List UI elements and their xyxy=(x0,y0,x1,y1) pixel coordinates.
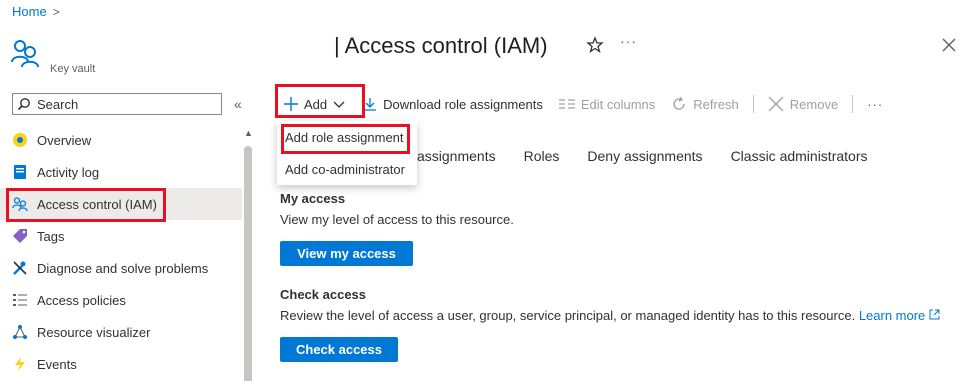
sidebar-item-access-control[interactable]: Access control (IAM) xyxy=(0,188,242,220)
search-input[interactable] xyxy=(37,96,207,112)
sidebar-item-tags[interactable]: Tags xyxy=(0,220,242,252)
plus-icon xyxy=(284,97,298,111)
search-icon xyxy=(17,98,30,111)
sidebar-item-label: Activity log xyxy=(37,164,100,180)
remove-button[interactable]: Remove xyxy=(760,89,846,119)
sidebar-item-label: Tags xyxy=(37,228,65,244)
menu-item-add-role-assignment[interactable]: Add role assignment xyxy=(277,121,417,153)
wrench-icon xyxy=(12,260,28,276)
learn-more-label: Learn more xyxy=(858,308,926,323)
collapse-sidebar-icon[interactable]: « xyxy=(234,96,242,112)
tab-classic-administrators[interactable]: Classic administrators xyxy=(731,148,868,164)
sidebar-item-label: Diagnose and solve problems xyxy=(37,260,209,276)
chevron-down-icon xyxy=(333,101,345,108)
sidebar-item-label: Resource visualizer xyxy=(37,324,151,340)
check-access-button[interactable]: Check access xyxy=(280,337,398,362)
breadcrumb-home-link[interactable]: Home xyxy=(12,4,47,19)
sidebar-item-label: Access control (IAM) xyxy=(37,196,157,212)
page-title: | Access control (IAM) xyxy=(334,33,548,58)
remove-icon xyxy=(768,96,784,112)
tab-deny-assignments[interactable]: Deny assignments xyxy=(587,148,702,164)
lightning-icon xyxy=(12,356,28,372)
sidebar-item-label: Events xyxy=(37,356,77,372)
list-icon xyxy=(12,292,28,308)
tab-role-assignments[interactable]: assignments xyxy=(417,148,496,164)
download-icon xyxy=(364,98,377,111)
my-access-heading: My access xyxy=(280,191,346,206)
add-dropdown-menu: Add role assignment Add co-administrator xyxy=(277,121,417,185)
check-access-heading: Check access xyxy=(280,287,367,302)
external-link-icon xyxy=(929,309,940,320)
iam-users-icon xyxy=(12,196,28,212)
check-access-description: Review the level of access a user, group… xyxy=(280,308,940,323)
refresh-button[interactable]: Refresh xyxy=(663,89,747,119)
add-label: Add xyxy=(304,96,328,112)
sidebar-item-label: Access policies xyxy=(37,292,126,308)
sidebar-item-label: Overview xyxy=(37,132,92,148)
scroll-thumb[interactable] xyxy=(244,146,252,381)
sidebar-item-access-policies[interactable]: Access policies xyxy=(0,284,242,316)
breadcrumb-separator: > xyxy=(52,4,60,19)
download-role-assignments-button[interactable]: Download role assignments xyxy=(355,89,551,119)
sidebar-nav: Overview Activity log Access control (IA… xyxy=(0,124,242,380)
activity-log-icon xyxy=(12,164,28,180)
tab-bar: assignments Roles Deny assignments Class… xyxy=(417,148,868,164)
check-access-text: Review the level of access a user, group… xyxy=(280,308,856,323)
title-more-icon[interactable]: ··· xyxy=(620,33,637,49)
more-actions-icon[interactable]: ··· xyxy=(859,89,891,119)
scroll-up-arrow-icon[interactable]: ▲ xyxy=(244,128,253,138)
sidebar-item-events[interactable]: Events xyxy=(0,348,242,380)
add-button[interactable]: Add xyxy=(272,89,353,119)
command-bar: Add Download role assignments Edit colum… xyxy=(272,88,891,120)
menu-item-add-co-administrator[interactable]: Add co-administrator xyxy=(277,153,417,185)
breadcrumb: Home > xyxy=(12,4,60,19)
sidebar-item-resource-visualizer[interactable]: Resource visualizer xyxy=(0,316,242,348)
key-vault-users-icon xyxy=(11,40,39,68)
overview-icon xyxy=(12,132,28,148)
star-icon[interactable] xyxy=(586,36,604,54)
resource-type-label: Key vault xyxy=(50,63,96,75)
refresh-label: Refresh xyxy=(693,96,739,112)
edit-columns-label: Edit columns xyxy=(580,96,656,112)
close-icon[interactable] xyxy=(941,37,957,53)
toolbar-divider xyxy=(852,95,854,113)
view-my-access-button[interactable]: View my access xyxy=(280,241,413,266)
my-access-description: View my level of access to this resource… xyxy=(280,212,514,227)
tag-icon xyxy=(12,228,28,244)
toolbar-divider xyxy=(752,95,754,113)
sidebar-scrollbar[interactable]: ▲ xyxy=(243,128,253,381)
sidebar-item-overview[interactable]: Overview xyxy=(0,124,242,156)
network-icon xyxy=(12,324,28,340)
edit-columns-button[interactable]: Edit columns xyxy=(551,89,663,119)
tab-roles[interactable]: Roles xyxy=(524,148,560,164)
remove-label: Remove xyxy=(789,96,839,112)
learn-more-link[interactable]: Learn more xyxy=(859,308,925,323)
sidebar-item-activity-log[interactable]: Activity log xyxy=(0,156,242,188)
columns-icon xyxy=(558,99,575,109)
download-label: Download role assignments xyxy=(383,96,543,112)
refresh-icon xyxy=(673,96,685,110)
search-field[interactable] xyxy=(12,93,222,115)
sidebar-item-diagnose[interactable]: Diagnose and solve problems xyxy=(0,252,242,284)
